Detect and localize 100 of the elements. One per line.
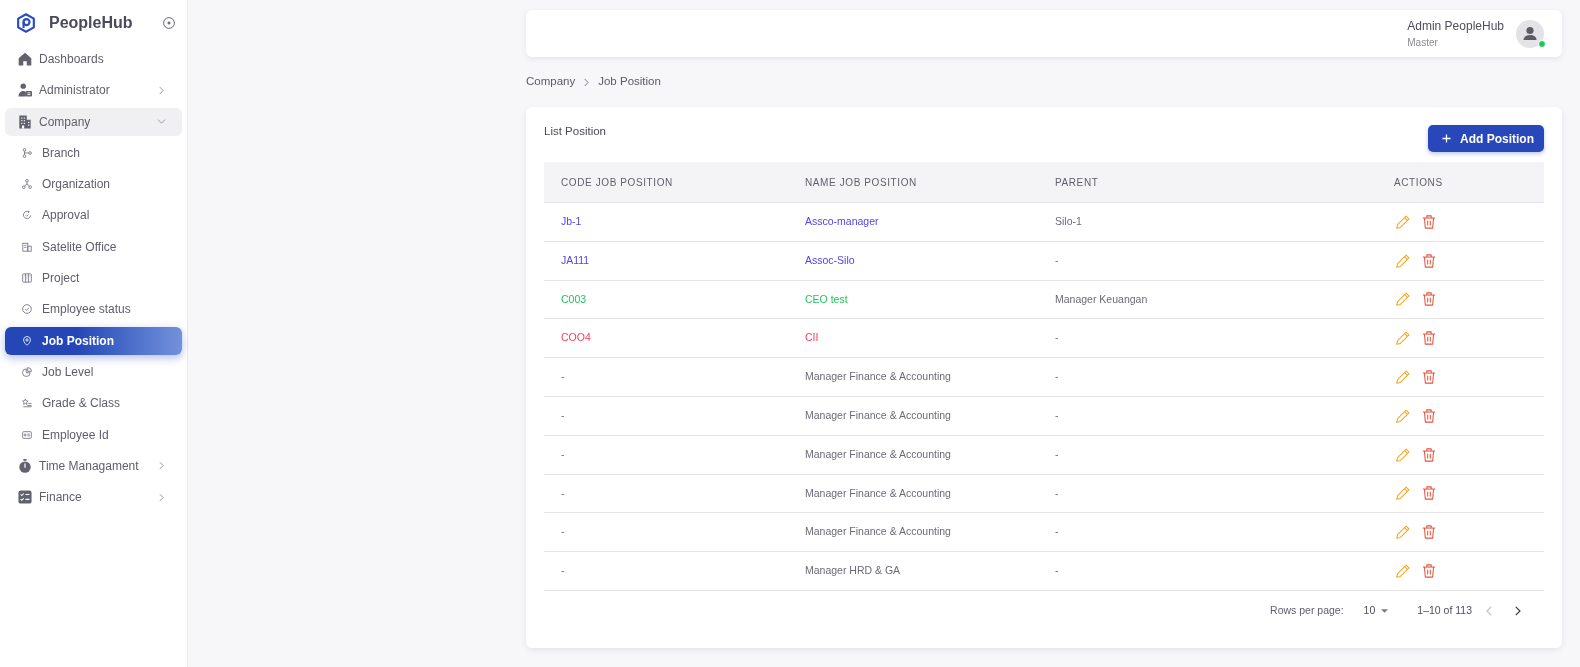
table-cell-text: - xyxy=(1055,330,1060,346)
checklist-icon xyxy=(18,490,32,505)
logo-icon xyxy=(17,11,35,34)
trash-icon[interactable] xyxy=(1422,292,1436,307)
sidebar-item[interactable]: Administrator xyxy=(5,76,182,105)
trash-icon[interactable] xyxy=(1422,486,1436,501)
building-icon xyxy=(18,114,32,129)
circle-check-icon xyxy=(22,304,32,315)
trash-icon[interactable] xyxy=(1422,331,1436,346)
sidebar-subitem[interactable]: Satelite Office xyxy=(5,232,182,261)
user-card-icon xyxy=(18,83,32,98)
table-cell-text: Manager Finance & Accounting xyxy=(805,408,952,423)
branch-icon xyxy=(22,147,32,158)
table-cell-text: Assco-manager xyxy=(805,214,880,229)
sidebar-subitem[interactable]: Job Level xyxy=(5,357,182,386)
trash-icon[interactable] xyxy=(1422,370,1436,385)
table-cell-text: Manager Keuangan xyxy=(1055,291,1149,307)
map-pin-icon xyxy=(22,335,32,346)
id-card-icon xyxy=(22,429,32,440)
card-title: List Position xyxy=(544,124,606,138)
brand-name: PeopleHub xyxy=(49,12,133,33)
sidebar-item[interactable]: Time Managament xyxy=(5,451,182,480)
table-cell-text: JA111 xyxy=(560,252,591,268)
column-header: NAME JOB POSITION xyxy=(805,175,918,190)
rows-per-page-select[interactable]: 10 xyxy=(1363,603,1389,619)
table-cell-text: - xyxy=(560,485,566,501)
pencil-icon[interactable] xyxy=(1396,564,1410,579)
table-cell-text: - xyxy=(1055,524,1060,540)
column-header: ACTIONS xyxy=(1394,175,1444,190)
sidebar-item[interactable]: Finance xyxy=(5,483,182,512)
sidebar-subitem[interactable]: Branch xyxy=(5,138,182,167)
table-cell-text: Manager Finance & Accounting xyxy=(805,524,952,540)
pencil-icon[interactable] xyxy=(1396,214,1410,229)
chevron-right-icon[interactable] xyxy=(1515,605,1521,616)
trash-icon[interactable] xyxy=(1422,564,1436,579)
sidebar-item[interactable]: Company xyxy=(5,107,182,136)
plus-icon xyxy=(1442,134,1451,143)
table-cell-text: - xyxy=(1055,408,1060,423)
table-cell-text: - xyxy=(560,563,566,579)
avatar-icon[interactable] xyxy=(1516,19,1544,48)
pencil-icon[interactable] xyxy=(1396,486,1410,501)
trash-icon[interactable] xyxy=(1422,253,1436,268)
user-name: Admin PeopleHub xyxy=(1407,18,1504,34)
pencil-icon[interactable] xyxy=(1396,331,1410,346)
buildings-icon xyxy=(22,241,32,252)
table-cell-text: CEO test xyxy=(805,291,849,307)
sitemap-icon xyxy=(22,179,32,190)
sidebar-item[interactable]: Dashboards xyxy=(5,45,182,73)
table-cell-text: C003 xyxy=(560,291,588,307)
pie-chart-icon xyxy=(22,366,32,377)
table-cell-text: - xyxy=(560,446,566,462)
chevron-right-icon xyxy=(584,77,590,87)
column-header: CODE JOB POSITION xyxy=(560,175,674,190)
breadcrumb-link[interactable]: Company xyxy=(526,73,576,91)
table-cell-text: Manager Finance & Accounting xyxy=(805,369,952,385)
add-position-button[interactable]: Add Position xyxy=(1428,125,1544,152)
table-cell-text: Manager Finance & Accounting xyxy=(805,446,952,462)
home-icon xyxy=(18,52,32,66)
rows-per-page-label: Rows per page: xyxy=(1270,603,1344,619)
table-cell-text: Assoc-Silo xyxy=(805,252,856,268)
sidebar-subitem[interactable]: Grade & Class xyxy=(5,389,182,418)
pencil-icon[interactable] xyxy=(1396,253,1410,268)
table-cell-text: - xyxy=(560,524,566,540)
circle-dot-icon[interactable] xyxy=(163,16,175,29)
trash-icon[interactable] xyxy=(1422,525,1436,540)
sidebar-subitem[interactable]: Approval xyxy=(5,201,182,230)
circular-arrow-icon xyxy=(22,210,32,221)
trash-icon[interactable] xyxy=(1422,408,1436,423)
trash-icon[interactable] xyxy=(1422,447,1436,462)
trash-icon[interactable] xyxy=(1422,214,1436,229)
table-cell-text: CII xyxy=(805,330,820,346)
pencil-icon[interactable] xyxy=(1396,525,1410,540)
table-cell-text: - xyxy=(1055,485,1060,501)
table-cell-text: - xyxy=(560,408,566,423)
sidebar-subitem[interactable]: Project xyxy=(5,264,182,293)
stopwatch-icon xyxy=(18,458,32,473)
page-range: 1–10 of 113 xyxy=(1417,603,1472,619)
sidebar-subitem[interactable]: Organization xyxy=(5,170,182,199)
sidebar-subitem[interactable]: Employee status xyxy=(5,295,182,324)
pencil-icon[interactable] xyxy=(1396,370,1410,385)
table-cell-text: COO4 xyxy=(560,330,592,346)
pencil-icon[interactable] xyxy=(1396,447,1410,462)
table-cell-text: Manager Finance & Accounting xyxy=(805,485,952,501)
user-role: Master xyxy=(1407,35,1438,49)
breadcrumb-current: Job Position xyxy=(598,74,661,90)
column-header: PARENT xyxy=(1055,175,1100,190)
table-cell-text: - xyxy=(1055,252,1060,268)
table-cell-text: - xyxy=(1055,369,1060,385)
table-cell-text: Jb-1 xyxy=(560,214,583,229)
sidebar-subitem[interactable]: Job Position xyxy=(5,326,182,355)
star-list-icon xyxy=(22,398,32,409)
table-cell-text: - xyxy=(560,369,566,385)
sidebar-subitem[interactable]: Employee Id xyxy=(5,420,182,449)
table-cell-text: - xyxy=(1055,563,1060,579)
pencil-icon[interactable] xyxy=(1396,408,1410,423)
table-cell-text: Manager HRD & GA xyxy=(805,563,902,579)
caret-icon xyxy=(1381,608,1389,613)
table-cell-text: - xyxy=(1055,446,1060,462)
pencil-icon[interactable] xyxy=(1396,292,1410,307)
table-cell-text: Silo-1 xyxy=(1055,214,1083,229)
